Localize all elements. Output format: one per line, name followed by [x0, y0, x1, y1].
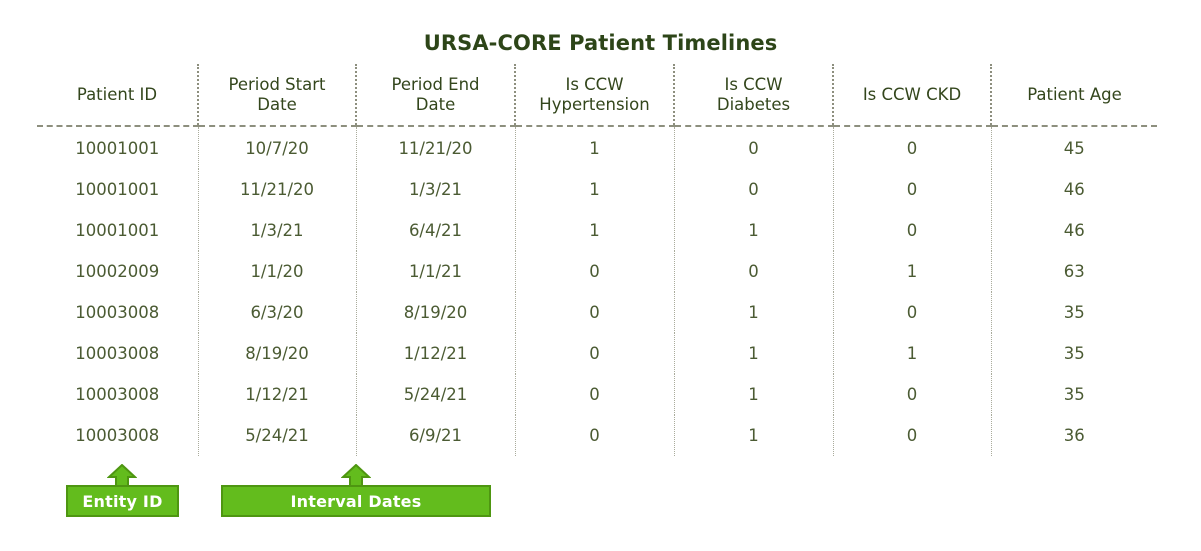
column-header-is-ccw-ckd: Is CCW CKD — [833, 64, 992, 127]
cell-patient-id: 10003008 — [37, 333, 199, 374]
cell-period-start: 5/24/21 — [198, 415, 357, 456]
cell-period-end: 5/24/21 — [356, 374, 516, 415]
cell-period-end: 1/12/21 — [356, 333, 516, 374]
cell-patient-age: 35 — [1063, 344, 1085, 363]
cell-ccw-ckd: 0 — [833, 210, 992, 251]
callout-label: Interval Dates — [290, 491, 422, 511]
column-header-line1: Is CCW CKD — [862, 84, 962, 104]
cell-period-end: 1/1/21 — [356, 251, 516, 292]
cell-patient-age: 35 — [1063, 385, 1085, 404]
cell-patient-id: 10003008 — [37, 415, 199, 456]
cell-ccw-hypertension: 1 — [515, 126, 675, 169]
cell-ccw-diabetes: 1 — [674, 292, 834, 333]
cell-period-end: 1/3/21 — [356, 169, 516, 210]
cell-period-start: 1/12/21 — [198, 374, 357, 415]
cell-ccw-diabetes: 0 — [674, 251, 834, 292]
column-header-period-end-date: Period End Date — [356, 64, 516, 127]
cell-patient-age: 36 — [1063, 426, 1085, 445]
cell-patient-id: 10002009 — [37, 251, 199, 292]
column-header-patient-id: Patient ID — [37, 64, 199, 127]
cell-ccw-diabetes: 1 — [674, 210, 834, 251]
cell-patient-id: 10001001 — [37, 169, 199, 210]
cell-period-start: 8/19/20 — [198, 333, 357, 374]
cell-ccw-diabetes: 0 — [674, 126, 834, 169]
page-title: URSA-CORE Patient Timelines — [423, 31, 778, 55]
cell-ccw-hypertension: 0 — [515, 415, 675, 456]
cell-period-start: 1/3/21 — [198, 210, 357, 251]
table-row: 10002009 1/1/20 1/1/21 0 0 1 63 — [37, 251, 1157, 292]
cell-period-start: 6/3/20 — [198, 292, 357, 333]
cell-ccw-hypertension: 0 — [515, 251, 675, 292]
cell-patient-id: 10001001 — [37, 210, 199, 251]
cell-ccw-hypertension: 0 — [515, 333, 675, 374]
column-header-line1: Patient ID — [76, 84, 158, 104]
cell-period-start: 10/7/20 — [198, 126, 357, 169]
table-header-row: Patient ID Period Start Date Period End … — [37, 64, 1157, 127]
cell-period-end: 6/9/21 — [356, 415, 516, 456]
column-header-patient-age: Patient Age — [991, 64, 1157, 127]
column-header-line1: Period Start — [228, 74, 326, 94]
column-header-is-ccw-diabetes: Is CCW Diabetes — [674, 64, 834, 127]
table-body: 10001001 10/7/20 11/21/20 1 0 0 45 10001… — [37, 126, 1157, 456]
table-row: 10001001 10/7/20 11/21/20 1 0 0 45 — [37, 126, 1157, 169]
column-header-line2: Date — [415, 94, 456, 114]
cell-patient-id: 10003008 — [37, 374, 199, 415]
cell-ccw-hypertension: 0 — [515, 292, 675, 333]
cell-ccw-hypertension: 1 — [515, 169, 675, 210]
cell-patient-age: 63 — [1063, 262, 1085, 281]
patient-timelines-table: Patient ID Period Start Date Period End … — [37, 64, 1157, 456]
cell-patient-id: 10001001 — [37, 126, 199, 169]
table-row: 10003008 6/3/20 8/19/20 0 1 0 35 — [37, 292, 1157, 333]
table-row: 10003008 5/24/21 6/9/21 0 1 0 36 — [37, 415, 1157, 456]
cell-ccw-hypertension: 0 — [515, 374, 675, 415]
cell-patient-id: 10003008 — [37, 292, 199, 333]
column-header-line1: Patient Age — [1027, 84, 1122, 104]
column-header-line2: Hypertension — [539, 94, 650, 114]
column-header-period-start-date: Period Start Date — [198, 64, 357, 127]
column-header-line2: Diabetes — [716, 94, 791, 114]
column-header-line2: Date — [257, 94, 297, 114]
cell-ccw-ckd: 1 — [833, 333, 992, 374]
table-row: 10003008 8/19/20 1/12/21 0 1 1 35 — [37, 333, 1157, 374]
cell-ccw-ckd: 0 — [833, 292, 992, 333]
cell-ccw-hypertension: 1 — [515, 210, 675, 251]
column-header-line1: Period End — [391, 74, 480, 94]
cell-ccw-ckd: 0 — [833, 169, 992, 210]
cell-period-end: 6/4/21 — [356, 210, 516, 251]
column-header-line1: Is CCW — [565, 74, 624, 94]
cell-ccw-ckd: 1 — [833, 251, 992, 292]
callout-interval-dates: Interval Dates — [221, 485, 491, 517]
callout-label: Entity ID — [82, 491, 163, 511]
cell-ccw-ckd: 0 — [833, 126, 992, 169]
cell-patient-age: 46 — [1063, 180, 1085, 199]
cell-ccw-diabetes: 1 — [674, 333, 834, 374]
cell-period-start: 1/1/20 — [198, 251, 357, 292]
cell-patient-age: 46 — [1063, 221, 1085, 240]
callout-entity-id: Entity ID — [66, 485, 179, 517]
cell-period-start: 11/21/20 — [198, 169, 357, 210]
cell-period-end: 11/21/20 — [356, 126, 516, 169]
cell-period-end: 8/19/20 — [356, 292, 516, 333]
cell-ccw-diabetes: 0 — [674, 169, 834, 210]
column-header-is-ccw-hypertension: Is CCW Hypertension — [515, 64, 675, 127]
table-row: 10001001 1/3/21 6/4/21 1 1 0 46 — [37, 210, 1157, 251]
patient-timelines-table-wrapper: Patient ID Period Start Date Period End … — [37, 64, 1157, 456]
table-header: Patient ID Period Start Date Period End … — [37, 64, 1157, 127]
cell-patient-age: 45 — [1063, 139, 1085, 158]
cell-ccw-ckd: 0 — [833, 374, 992, 415]
cell-ccw-diabetes: 1 — [674, 415, 834, 456]
cell-ccw-ckd: 0 — [833, 415, 992, 456]
table-row: 10001001 11/21/20 1/3/21 1 0 0 46 — [37, 169, 1157, 210]
cell-ccw-diabetes: 1 — [674, 374, 834, 415]
table-row: 10003008 1/12/21 5/24/21 0 1 0 35 — [37, 374, 1157, 415]
column-header-line1: Is CCW — [724, 74, 783, 94]
cell-patient-age: 35 — [1063, 303, 1085, 322]
